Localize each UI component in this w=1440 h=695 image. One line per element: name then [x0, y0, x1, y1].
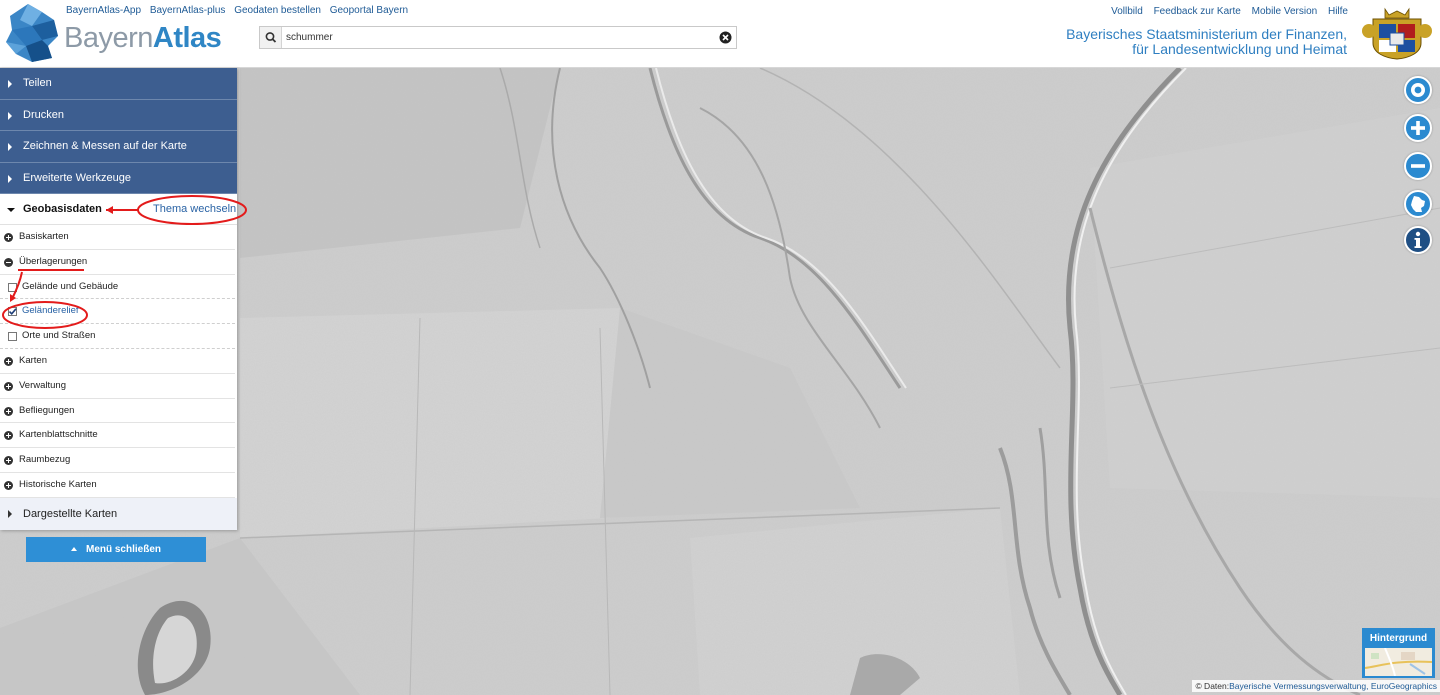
tree-label: Raumbezug: [19, 454, 71, 466]
menu-zeichnen-label: Zeichnen & Messen auf der Karte: [23, 140, 187, 152]
menu-erweiterte-werkzeuge[interactable]: Erweiterte Werkzeuge: [0, 162, 237, 194]
expand-plus-icon[interactable]: [4, 381, 13, 391]
location-icon: [1411, 83, 1425, 97]
tree-label: Befliegungen: [19, 404, 75, 416]
expand-plus-icon[interactable]: [4, 431, 13, 441]
link-hilfe[interactable]: Hilfe: [1328, 6, 1348, 17]
ministry-line-2: für Landesentwicklung und Heimat: [1132, 41, 1347, 57]
attribution: © Daten:Bayerische Vermessungsverwaltung…: [1192, 680, 1440, 692]
zoom-in-button[interactable]: [1404, 114, 1432, 142]
background-thumbnail[interactable]: [1365, 648, 1432, 676]
layer-checkbox[interactable]: [8, 282, 17, 292]
expand-plus-icon[interactable]: [4, 480, 13, 490]
caret-right-icon: [8, 111, 12, 120]
layer-checkbox-checked[interactable]: [8, 307, 17, 317]
tree-item-historische-karten[interactable]: Historische Karten: [0, 473, 235, 498]
tree-label: Gelände und Gebäude: [22, 280, 119, 292]
layer-tree: Basiskarten Überlagerungen Gelände und G…: [0, 225, 237, 498]
menu-teilen[interactable]: Teilen: [0, 68, 237, 100]
side-menu: Teilen Drucken Zeichnen & Messen auf der…: [0, 68, 237, 530]
search-icon[interactable]: [260, 27, 282, 48]
link-geoportal-bayern[interactable]: Geoportal Bayern: [330, 5, 408, 16]
info-icon: [1414, 231, 1422, 248]
expand-plus-icon[interactable]: [4, 456, 13, 466]
layer-checkbox[interactable]: [8, 332, 17, 342]
link-bayernatlas-plus[interactable]: BayernAtlas-plus: [150, 5, 226, 16]
location-button[interactable]: [1404, 76, 1432, 104]
background-label: Hintergrund: [1369, 633, 1428, 644]
bavaria-icon: [1411, 196, 1425, 212]
link-vollbild[interactable]: Vollbild: [1111, 6, 1143, 17]
tree-item-kartenblattschnitte[interactable]: Kartenblattschnitte: [0, 423, 235, 449]
ministry-line-1: Bayerisches Staatsministerium der Finanz…: [1066, 26, 1347, 42]
brand-wordmark[interactable]: BayernAtlas: [64, 22, 222, 54]
attribution-sources[interactable]: Bayerische Vermessungsverwaltung, EuroGe…: [1229, 681, 1437, 691]
menu-zeichnen-messen[interactable]: Zeichnen & Messen auf der Karte: [0, 131, 237, 163]
tree-item-ueberlagerungen[interactable]: Überlagerungen: [0, 250, 235, 275]
thema-wechseln-link[interactable]: Thema wechseln: [153, 194, 236, 225]
tree-sub-gelaende-gebaeude[interactable]: Gelände und Gebäude: [0, 275, 235, 300]
tree-label: Basiskarten: [19, 231, 69, 242]
caret-right-icon: [8, 80, 12, 88]
caret-right-icon: [8, 174, 12, 183]
tree-label: Karten: [19, 354, 47, 366]
tree-label: Überlagerungen: [19, 255, 88, 267]
search-box: [259, 26, 737, 49]
search-input[interactable]: [286, 29, 706, 46]
menu-geobasisdaten[interactable]: Geobasisdaten Thema wechseln: [0, 194, 237, 225]
tree-item-basiskarten[interactable]: Basiskarten: [0, 225, 235, 250]
tree-item-karten[interactable]: Karten: [0, 349, 235, 374]
brand-part-bayern: Bayern: [64, 22, 153, 54]
caret-down-icon: [7, 208, 15, 212]
link-bayernatlas-app[interactable]: BayernAtlas-App: [66, 5, 141, 16]
checkmark-icon: [8, 308, 17, 316]
tree-label: Historische Karten: [19, 478, 97, 490]
brand-part-atlas: Atlas: [152, 22, 222, 54]
caret-right-icon: [8, 509, 12, 518]
menu-dargestellte-karten[interactable]: Dargestellte Karten: [0, 497, 237, 530]
menu-dargestellte-label: Dargestellte Karten: [23, 507, 118, 520]
link-mobile-version[interactable]: Mobile Version: [1252, 6, 1318, 17]
tree-label: Geländerelief: [22, 305, 79, 317]
tree-item-befliegungen[interactable]: Befliegungen: [0, 399, 235, 424]
bayernatlas-logo-icon[interactable]: [2, 2, 62, 64]
zoom-out-button[interactable]: [1404, 152, 1432, 180]
caret-right-icon: [8, 143, 12, 151]
link-feedback[interactable]: Feedback zur Karte: [1154, 6, 1241, 17]
utility-links: Vollbild Feedback zur Karte Mobile Versi…: [1103, 6, 1348, 17]
header: BayernAtlas BayernAtlas-App BayernAtlas-…: [0, 0, 1440, 68]
tree-sub-orte-strassen[interactable]: Orte und Straßen: [0, 324, 235, 349]
tree-label: Verwaltung: [19, 379, 67, 391]
expand-plus-icon[interactable]: [4, 233, 13, 242]
caret-up-icon: [70, 547, 77, 551]
menu-geobasisdaten-label: Geobasisdaten: [23, 203, 102, 215]
tree-label: Orte und Straßen: [22, 330, 96, 342]
clear-search-icon[interactable]: [719, 31, 732, 44]
menu-teilen-label: Teilen: [23, 77, 52, 89]
ministry-name[interactable]: Bayerisches Staatsministerium der Finanz…: [1066, 27, 1347, 57]
tree-item-raumbezug[interactable]: Raumbezug: [0, 448, 235, 473]
expand-plus-icon[interactable]: [4, 406, 13, 416]
menu-drucken-label: Drucken: [23, 108, 64, 121]
info-button[interactable]: [1404, 226, 1432, 254]
menu-werkzeuge-label: Erweiterte Werkzeuge: [23, 171, 132, 184]
bavaria-coat-of-arms-icon[interactable]: [1359, 5, 1435, 60]
attribution-prefix: © Daten:: [1195, 681, 1230, 691]
top-links: BayernAtlas-App BayernAtlas-plus Geodate…: [66, 5, 414, 16]
expand-plus-icon[interactable]: [4, 356, 13, 366]
close-menu-label: Menü schließen: [85, 544, 161, 555]
tree-item-verwaltung[interactable]: Verwaltung: [0, 374, 235, 399]
tree-sub-gelaenderelief[interactable]: Geländerelief: [0, 299, 235, 325]
background-switcher[interactable]: Hintergrund: [1362, 628, 1435, 678]
zoom-in-icon: [1411, 121, 1425, 135]
zoom-out-icon: [1411, 164, 1425, 168]
collapse-minus-icon[interactable]: [4, 257, 13, 267]
close-menu-button[interactable]: Menü schließen: [26, 537, 206, 562]
tree-label: Kartenblattschnitte: [19, 429, 98, 441]
menu-drucken[interactable]: Drucken: [0, 99, 237, 131]
link-geodaten-bestellen[interactable]: Geodaten bestellen: [234, 5, 321, 16]
bavaria-overview-button[interactable]: [1404, 190, 1432, 218]
